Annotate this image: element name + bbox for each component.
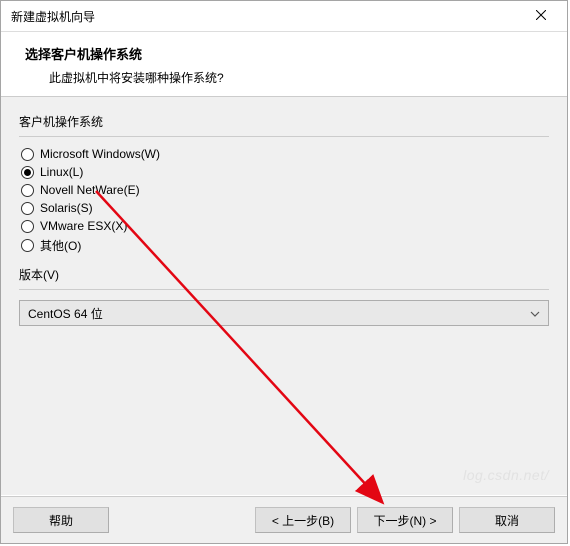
version-selected-value: CentOS 64 位 [28,305,103,322]
close-icon [536,9,546,23]
cancel-button[interactable]: 取消 [459,507,555,533]
radio-vmware-esx[interactable]: VMware ESX(X) [21,219,549,233]
version-fieldset: 版本(V) CentOS 64 位 [19,266,549,326]
button-label: < 上一步(B) [272,512,334,529]
radio-windows[interactable]: Microsoft Windows(W) [21,147,549,161]
radio-linux[interactable]: Linux(L) [21,165,549,179]
os-group-label: 客户机操作系统 [19,113,549,130]
button-label: 取消 [495,512,519,529]
button-label: 帮助 [49,512,73,529]
back-button[interactable]: < 上一步(B) [255,507,351,533]
content-area: 客户机操作系统 Microsoft Windows(W) Linux(L) No… [1,97,567,495]
radio-label: Linux(L) [40,165,83,179]
button-label: 下一步(N) > [373,512,436,529]
footer-bar: 帮助 < 上一步(B) 下一步(N) > 取消 [1,496,567,543]
wizard-header: 选择客户机操作系统 此虚拟机中将安装哪种操作系统? [1,32,567,97]
titlebar: 新建虚拟机向导 [1,1,567,32]
chevron-down-icon [530,306,540,320]
radio-label: 其他(O) [40,237,81,254]
radio-label: VMware ESX(X) [40,219,127,233]
radio-solaris[interactable]: Solaris(S) [21,201,549,215]
radio-label: Microsoft Windows(W) [40,147,160,161]
radio-netware[interactable]: Novell NetWare(E) [21,183,549,197]
radio-icon [21,220,34,233]
next-button[interactable]: 下一步(N) > [357,507,453,533]
radio-icon [21,239,34,252]
wizard-window: 新建虚拟机向导 选择客户机操作系统 此虚拟机中将安装哪种操作系统? 客户机操作系… [0,0,568,544]
page-subtitle: 此虚拟机中将安装哪种操作系统? [49,69,543,86]
radio-other[interactable]: 其他(O) [21,237,549,254]
version-label: 版本(V) [19,266,549,283]
radio-icon [21,202,34,215]
divider [19,289,549,290]
radio-icon [21,166,34,179]
radio-label: Novell NetWare(E) [40,183,140,197]
radio-icon [21,184,34,197]
radio-label: Solaris(S) [40,201,93,215]
window-title: 新建虚拟机向导 [11,8,95,25]
help-button[interactable]: 帮助 [13,507,109,533]
divider [19,136,549,137]
version-select[interactable]: CentOS 64 位 [19,300,549,326]
page-title: 选择客户机操作系统 [25,44,543,63]
os-fieldset: 客户机操作系统 Microsoft Windows(W) Linux(L) No… [19,113,549,254]
radio-icon [21,148,34,161]
close-button[interactable] [523,4,559,28]
